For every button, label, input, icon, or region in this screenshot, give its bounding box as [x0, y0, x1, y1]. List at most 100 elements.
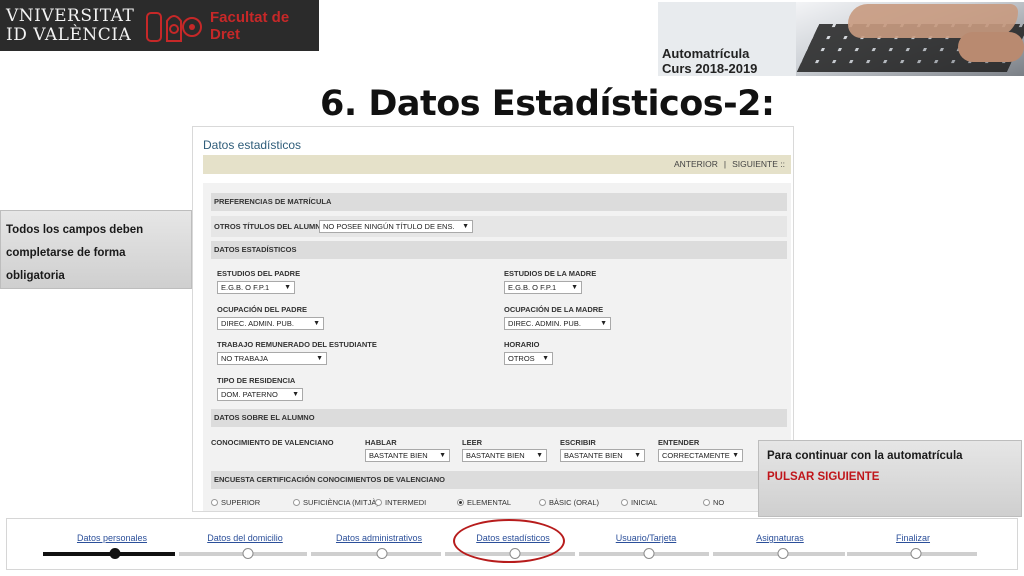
- ocupacion-madre-select[interactable]: DIREC. ADMIN. PUB. ▼: [504, 317, 611, 330]
- continue-note-text: Para continuar con la automatrícula: [767, 450, 963, 462]
- form-screenshot: Datos estadísticos ANTERIOR | SIGUIENTE ::…: [192, 126, 794, 512]
- estudios-madre-value: E.G.B. O F.P.1: [508, 283, 557, 292]
- step-asignaturas[interactable]: Asignaturas: [756, 533, 804, 543]
- estudios-madre-select[interactable]: E.G.B. O F.P.1 ▼: [504, 281, 582, 294]
- university-name: VNIVERSITAT ID VALÈNCIA: [6, 6, 144, 45]
- course-banner: Automatrícula Curs 2018-2019: [658, 2, 1024, 76]
- chevron-down-icon: ▼: [634, 452, 641, 459]
- radio-label: NO: [713, 498, 725, 507]
- step-knob[interactable]: [910, 548, 922, 559]
- hablar-label: HABLAR: [365, 438, 397, 447]
- current-step-highlight: [453, 519, 565, 563]
- chevron-down-icon: ▼: [313, 320, 320, 327]
- slide: VNIVERSITAT ID VALÈNCIA Facultat de Dret…: [0, 0, 1024, 576]
- university-line-2: ID VALÈNCIA: [6, 24, 132, 45]
- chevron-down-icon: ▼: [600, 320, 607, 327]
- continue-note: Para continuar con la automatrícula PULS…: [758, 440, 1022, 517]
- radio-suficiencia[interactable]: SUFICIÈNCIA (MITJÀ): [293, 498, 379, 507]
- note-line-1: Todos los campos deben: [6, 224, 144, 236]
- estudios-padre-select[interactable]: E.G.B. O F.P.1 ▼: [217, 281, 295, 294]
- otros-titulos-label: OTROS TÍTULOS DEL ALUMNO: [214, 222, 327, 231]
- chevron-down-icon: ▼: [536, 452, 543, 459]
- step-usuario-tarjeta[interactable]: Usuario/Tarjeta: [616, 533, 677, 543]
- escribir-value: BASTANTE BIEN: [564, 451, 623, 460]
- next-link[interactable]: SIGUIENTE ::: [732, 159, 785, 169]
- escribir-select[interactable]: BASTANTE BIEN ▼: [560, 449, 645, 462]
- chevron-down-icon: ▼: [316, 355, 323, 362]
- prev-link[interactable]: ANTERIOR: [674, 159, 718, 169]
- radio-basic[interactable]: BÀSIC (ORAL): [539, 498, 599, 507]
- leer-value: BASTANTE BIEN: [466, 451, 525, 460]
- estudios-padre-label: ESTUDIOS DEL PADRE: [217, 269, 301, 278]
- section-encuesta: ENCUESTA CERTIFICACIÓN CONOCIMIENTOS DE …: [211, 471, 787, 489]
- entender-value: CORRECTAMENTE: [662, 451, 730, 460]
- otros-titulos-value: NO POSEE NINGÚN TÍTULO DE ENS.: [323, 222, 455, 231]
- radio-elemental[interactable]: ELEMENTAL: [457, 498, 511, 507]
- hablar-select[interactable]: BASTANTE BIEN ▼: [365, 449, 450, 462]
- banner-line-1: Automatrícula: [662, 46, 750, 61]
- residencia-select[interactable]: DOM. PATERNO ▼: [217, 388, 303, 401]
- chevron-down-icon: ▼: [571, 284, 578, 291]
- escribir-label: ESCRIBIR: [560, 438, 596, 447]
- otros-titulos-select[interactable]: NO POSEE NINGÚN TÍTULO DE ENS. ▼: [319, 220, 473, 233]
- step-datos-administrativos[interactable]: Datos administrativos: [336, 533, 422, 543]
- estudios-padre-value: E.G.B. O F.P.1: [221, 283, 270, 292]
- slide-title: 6. Datos Estadísticos-2:: [320, 84, 775, 124]
- horario-label: HORARIO: [504, 340, 540, 349]
- radio-inicial[interactable]: INICIAL: [621, 498, 657, 507]
- trabajo-label: TRABAJO REMUNERADO DEL ESTUDIANTE: [217, 340, 377, 349]
- step-datos-domicilio[interactable]: Datos del domicilio: [207, 533, 283, 543]
- hablar-value: BASTANTE BIEN: [369, 451, 428, 460]
- faculty-seal-icon: [144, 6, 204, 46]
- section-preferencias: PREFERENCIAS DE MATRÍCULA: [211, 193, 787, 211]
- chevron-down-icon: ▼: [284, 284, 291, 291]
- step-knob-current[interactable]: [109, 548, 121, 559]
- residencia-value: DOM. PATERNO: [221, 390, 278, 399]
- faculty-name: Facultat de Dret: [210, 9, 289, 43]
- university-logo: VNIVERSITAT ID VALÈNCIA Facultat de Dret: [0, 0, 319, 51]
- row-otros-titulos: OTROS TÍTULOS DEL ALUMNO: [211, 216, 787, 237]
- valenciano-label: CONOCIMIENTO DE VALENCIANO: [211, 438, 334, 447]
- trabajo-select[interactable]: NO TRABAJA ▼: [217, 352, 327, 365]
- radio-no[interactable]: NO: [703, 498, 724, 507]
- banner-text: Automatrícula Curs 2018-2019: [662, 46, 757, 76]
- radio-dot: [293, 499, 300, 506]
- radio-dot: [621, 499, 628, 506]
- section-alumno: DATOS SOBRE EL ALUMNO: [211, 409, 787, 427]
- entender-label: ENTENDER: [658, 438, 700, 447]
- faculty-line-1: Facultat de: [210, 8, 290, 26]
- horario-value: OTROS: [508, 354, 535, 363]
- ocupacion-madre-label: OCUPACIÓN DE LA MADRE: [504, 305, 604, 314]
- radio-dot: [375, 499, 382, 506]
- entender-select[interactable]: CORRECTAMENTE ▼: [658, 449, 743, 462]
- radio-intermedi[interactable]: INTERMEDI: [375, 498, 426, 507]
- leer-select[interactable]: BASTANTE BIEN ▼: [462, 449, 547, 462]
- trabajo-value: NO TRABAJA: [221, 354, 268, 363]
- residencia-label: TIPO DE RESIDENCIA: [217, 376, 296, 385]
- ocupacion-madre-value: DIREC. ADMIN. PUB.: [508, 319, 581, 328]
- ocupacion-padre-select[interactable]: DIREC. ADMIN. PUB. ▼: [217, 317, 324, 330]
- step-knob[interactable]: [376, 548, 388, 559]
- chevron-down-icon: ▼: [439, 452, 446, 459]
- step-datos-personales[interactable]: Datos personales: [77, 533, 147, 543]
- radio-label: INTERMEDI: [385, 498, 427, 507]
- radio-label: SUPERIOR: [221, 498, 261, 507]
- horario-select[interactable]: OTROS ▼: [504, 352, 553, 365]
- estudios-madre-label: ESTUDIOS DE LA MADRE: [504, 269, 597, 278]
- step-knob[interactable]: [242, 548, 254, 559]
- radio-label: ELEMENTAL: [467, 498, 512, 507]
- form-nav-bar: ANTERIOR | SIGUIENTE ::: [203, 155, 791, 174]
- chevron-down-icon: ▼: [732, 452, 739, 459]
- radio-dot-selected: [457, 499, 464, 506]
- radio-superior[interactable]: SUPERIOR: [211, 498, 260, 507]
- form-body: PREFERENCIAS DE MATRÍCULA OTROS TÍTULOS …: [203, 183, 791, 511]
- faculty-line-2: Dret: [210, 25, 241, 43]
- radio-label: SUFICIÈNCIA (MITJÀ): [303, 498, 379, 507]
- radio-dot: [703, 499, 710, 506]
- step-knob[interactable]: [643, 548, 655, 559]
- step-finalizar[interactable]: Finalizar: [896, 533, 930, 543]
- leer-label: LEER: [462, 438, 483, 447]
- step-knob[interactable]: [777, 548, 789, 559]
- radio-dot: [211, 499, 218, 506]
- form-title: Datos estadísticos: [203, 138, 302, 152]
